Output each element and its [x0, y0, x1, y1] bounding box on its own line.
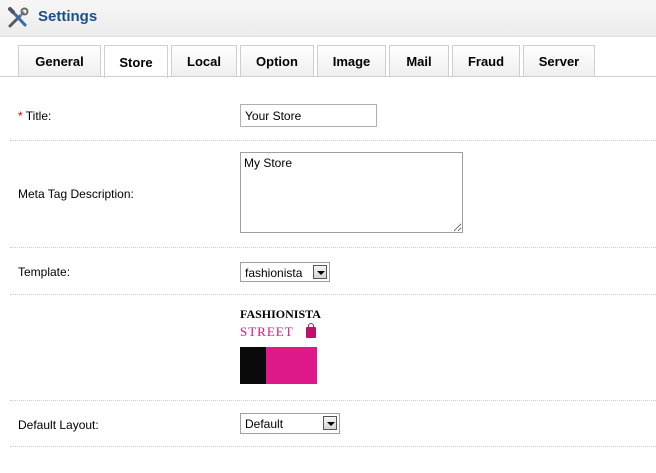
template-preview-image: FASHIONISTA STREET	[239, 305, 321, 385]
row-divider	[10, 247, 656, 248]
row-divider	[10, 294, 656, 295]
tab-fraud[interactable]: Fraud	[452, 45, 520, 76]
title-label: Title:	[25, 109, 52, 123]
tab-server[interactable]: Server	[523, 45, 595, 76]
tab-general[interactable]: General	[18, 45, 101, 76]
template-select[interactable]: fashionista	[240, 262, 330, 282]
preview-black-block	[240, 347, 266, 384]
tools-icon	[8, 7, 29, 28]
chevron-down-icon[interactable]	[313, 265, 327, 279]
title-input[interactable]	[240, 104, 377, 127]
tab-local[interactable]: Local	[171, 45, 237, 76]
preview-logo-line1: FASHIONISTA	[240, 307, 321, 321]
row-divider	[10, 140, 656, 141]
tab-image[interactable]: Image	[317, 45, 386, 76]
meta-description-label: Meta Tag Description:	[18, 187, 134, 201]
template-label: Template:	[18, 265, 71, 279]
shopping-bag-icon	[306, 323, 316, 338]
default-layout-label: Default Layout:	[18, 418, 99, 432]
tab-store[interactable]: Store	[104, 45, 168, 78]
tab-mail[interactable]: Mail	[389, 45, 449, 76]
page-header: Settings	[0, 0, 656, 37]
meta-description-textarea[interactable]: My Store	[240, 152, 463, 233]
row-divider	[10, 446, 656, 447]
title-label-group: * Title:	[18, 109, 51, 123]
row-divider	[10, 400, 656, 401]
page-title: Settings	[38, 8, 98, 25]
required-mark: *	[18, 109, 23, 123]
default-layout-select-value: Default	[245, 417, 284, 431]
template-select-value: fashionista	[245, 266, 303, 280]
preview-logo-line2: STREET	[240, 324, 294, 339]
preview-pink-block	[266, 347, 317, 384]
default-layout-select[interactable]: Default	[240, 413, 340, 434]
chevron-down-icon[interactable]	[323, 416, 337, 430]
tab-divider	[0, 76, 656, 77]
tab-option[interactable]: Option	[240, 45, 314, 76]
